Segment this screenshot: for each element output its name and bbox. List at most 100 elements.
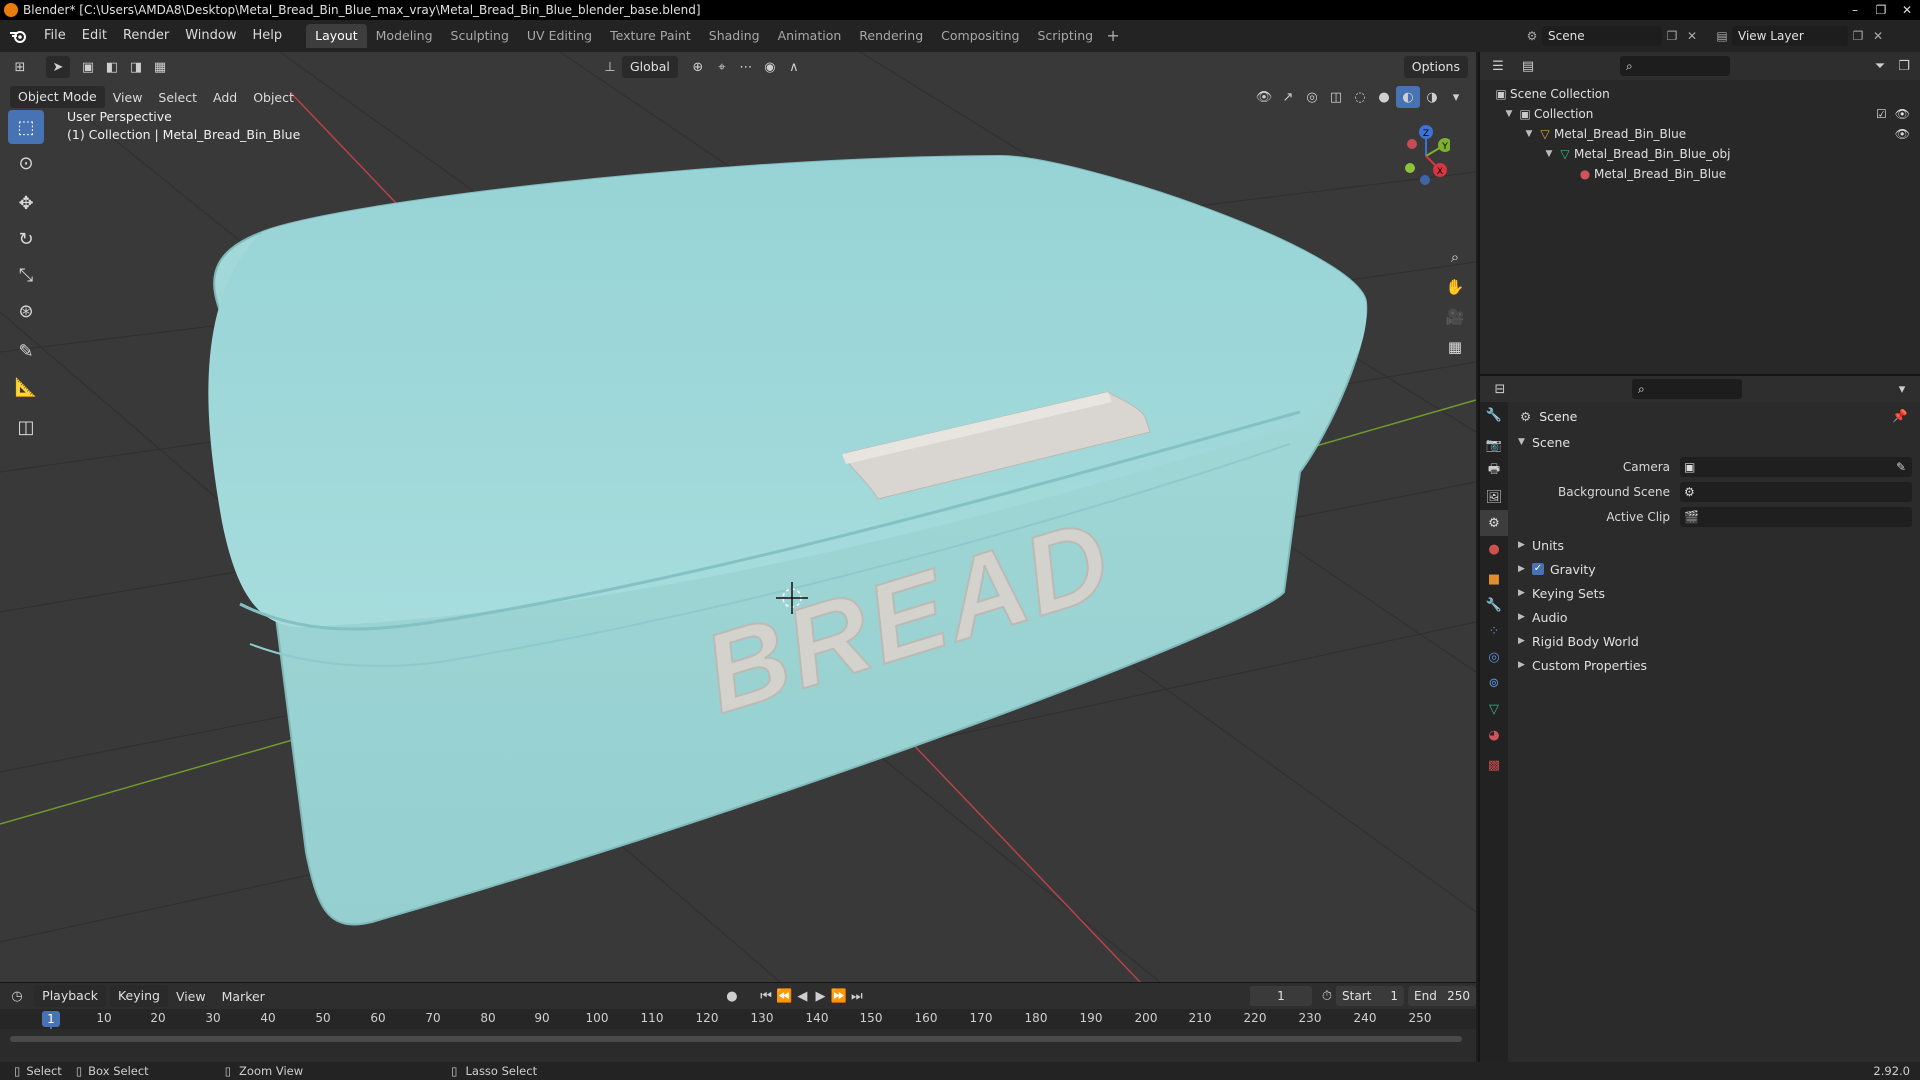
ortho-toggle-icon[interactable]: ▦ [1442, 334, 1468, 360]
tab-animation[interactable]: Animation [769, 24, 851, 48]
pan-hand-icon[interactable]: ✋ [1442, 274, 1468, 300]
gravity-panel-header[interactable]: ▶ ✓ Gravity [1510, 557, 1920, 581]
modifier-tab-icon[interactable]: 🔧 [1480, 592, 1508, 618]
outliner-row-scene-collection[interactable]: ▣ Scene Collection [1480, 84, 1920, 104]
eyedropper-icon[interactable]: ✎ [1896, 460, 1906, 474]
properties-search-input[interactable]: ⌕ [1632, 379, 1742, 399]
outliner-row-collection[interactable]: ▼ ▣ Collection ☑ 👁 [1480, 104, 1920, 124]
audio-panel-header[interactable]: ▶ Audio [1510, 605, 1920, 629]
xray-toggle-icon[interactable]: ◫ [1324, 86, 1348, 108]
timeline-scrollbar[interactable] [10, 1036, 1462, 1042]
visibility-icon[interactable]: 👁 [1252, 86, 1276, 108]
tab-texture-paint[interactable]: Texture Paint [601, 24, 700, 48]
jump-start-icon[interactable]: ⏮ [757, 985, 775, 1007]
end-frame-field[interactable]: End 250 [1408, 986, 1476, 1006]
render-tab-icon[interactable]: 📷 [1480, 432, 1508, 458]
shading-options-icon[interactable]: ▾ [1444, 86, 1468, 108]
view-layer-field[interactable]: View Layer [1732, 26, 1848, 46]
blender-menu-icon[interactable] [0, 22, 36, 50]
falloff-icon[interactable]: ∧ [782, 56, 806, 78]
transform-tool[interactable]: ⊛ [8, 294, 44, 328]
add-workspace-button[interactable]: + [1102, 24, 1124, 48]
object-menu[interactable]: Object [245, 90, 302, 105]
keying-sets-panel-header[interactable]: ▶ Keying Sets [1510, 581, 1920, 605]
rendered-shading-icon[interactable]: ◑ [1420, 86, 1444, 108]
tab-modeling[interactable]: Modeling [367, 24, 442, 48]
add-menu[interactable]: Add [205, 90, 245, 105]
editor-type-icon[interactable]: ⊞ [8, 56, 32, 78]
particles-tab-icon[interactable]: ⁘ [1480, 618, 1508, 644]
expand-arrow-icon[interactable]: ▼ [1542, 149, 1556, 159]
view-layer-tab-icon[interactable]: 🖼 [1480, 484, 1508, 510]
current-frame-field[interactable]: 1 [1249, 986, 1312, 1006]
rotate-tool[interactable]: ↻ [8, 222, 44, 256]
timeline-track[interactable] [0, 1029, 1476, 1063]
timeline-editor[interactable]: ◷ Playback Keying View Marker ● ⏮ ⏪ ◀ ▶ … [0, 982, 1476, 1065]
move-tool[interactable]: ✥ [8, 186, 44, 220]
snap-icon[interactable]: ⌖ [710, 56, 734, 78]
start-frame-field[interactable]: Start 1 [1336, 986, 1404, 1006]
play-icon[interactable]: ▶ [811, 985, 829, 1007]
tab-scripting[interactable]: Scripting [1029, 24, 1103, 48]
scene-field[interactable]: Scene [1542, 26, 1662, 46]
prev-keyframe-icon[interactable]: ⏪ [775, 985, 793, 1007]
timeline-view-menu[interactable]: View [168, 989, 214, 1004]
navigation-gizmo[interactable]: Z Y X ⌕ ✋ 🎥 ▦ [1370, 110, 1470, 370]
tab-compositing[interactable]: Compositing [932, 24, 1028, 48]
menu-window[interactable]: Window [177, 24, 244, 48]
select-menu[interactable]: Select [150, 90, 205, 105]
overlay-toggle-icon[interactable]: ◎ [1300, 86, 1324, 108]
proportional-edit-icon[interactable]: ◉ [758, 56, 782, 78]
active-clip-field[interactable]: 🎬 [1680, 506, 1912, 527]
new-view-layer-icon[interactable]: ❐ [1848, 29, 1868, 43]
annotate-tool[interactable]: ✎ [8, 334, 44, 368]
close-window-button[interactable]: ✕ [1894, 0, 1920, 20]
playback-menu[interactable]: Playback [34, 985, 106, 1007]
units-panel-header[interactable]: ▶ Units [1510, 533, 1920, 557]
filter-icon[interactable]: ⏷ [1868, 55, 1892, 77]
frame-ruler[interactable]: 10 20 30 40 50 60 70 80 90 100 110 120 1… [0, 1009, 1476, 1029]
properties-options-icon[interactable]: ▾ [1890, 378, 1914, 400]
marker-menu[interactable]: Marker [214, 989, 273, 1004]
scene-tab-icon[interactable]: ⚙ [1480, 510, 1508, 536]
display-mode-icon[interactable]: ▤ [1516, 55, 1540, 77]
select-tool-icon[interactable]: ➤ [46, 56, 70, 78]
constraints-tab-icon[interactable]: ⊚ [1480, 670, 1508, 696]
solid-shading-icon[interactable]: ● [1372, 86, 1396, 108]
keying-menu[interactable]: Keying [109, 985, 168, 1007]
eye-icon[interactable]: 👁 [1895, 107, 1910, 121]
view-layer-icon[interactable]: ▤ [1712, 29, 1732, 43]
options-dropdown[interactable]: Options [1403, 56, 1468, 78]
tab-uv-editing[interactable]: UV Editing [518, 24, 601, 48]
transform-orientation-dropdown[interactable]: Global [622, 56, 678, 78]
expand-arrow-icon[interactable]: ▼ [1522, 129, 1536, 139]
new-scene-icon[interactable]: ❐ [1662, 29, 1682, 43]
scene-icon[interactable]: ⚙ [1522, 29, 1542, 43]
gizmo-toggle-icon[interactable]: ↗ [1276, 86, 1300, 108]
physics-tab-icon[interactable]: ◎ [1480, 644, 1508, 670]
gravity-checkbox[interactable]: ✓ [1532, 563, 1544, 575]
checkbox-icon[interactable]: ☑ [1876, 107, 1887, 121]
outliner-search-input[interactable]: ⌕ [1620, 56, 1730, 76]
world-tab-icon[interactable]: ● [1480, 536, 1508, 562]
timeline-editor-type-icon[interactable]: ◷ [8, 985, 26, 1007]
new-collection-icon[interactable]: ❐ [1892, 55, 1916, 77]
jump-end-icon[interactable]: ⏭ [848, 985, 866, 1007]
select-box-new-icon[interactable]: ▣ [76, 56, 100, 78]
pivot-point-icon[interactable]: ⊕ [686, 56, 710, 78]
mode-dropdown[interactable]: Object Mode [10, 86, 105, 108]
playhead[interactable]: 1 [42, 1011, 60, 1027]
rigid-body-world-panel-header[interactable]: ▶ Rigid Body World [1510, 629, 1920, 653]
scene-panel-header[interactable]: ▼ Scene [1510, 430, 1920, 454]
camera-field[interactable]: ▣ ✎ [1680, 456, 1912, 477]
outliner-row-material[interactable]: ● Metal_Bread_Bin_Blue [1480, 164, 1920, 184]
output-tab-icon[interactable]: 🖶 [1480, 458, 1508, 484]
properties-editor-type-icon[interactable]: ⊟ [1488, 378, 1512, 400]
minimize-button[interactable]: – [1842, 0, 1868, 20]
cursor-tool[interactable]: ⊙ [8, 146, 44, 180]
measure-tool[interactable]: 📐 [8, 370, 44, 404]
pin-icon[interactable]: 📌 [1892, 408, 1908, 424]
menu-render[interactable]: Render [115, 24, 177, 48]
play-reverse-icon[interactable]: ◀ [793, 985, 811, 1007]
record-icon[interactable]: ● [723, 985, 741, 1007]
